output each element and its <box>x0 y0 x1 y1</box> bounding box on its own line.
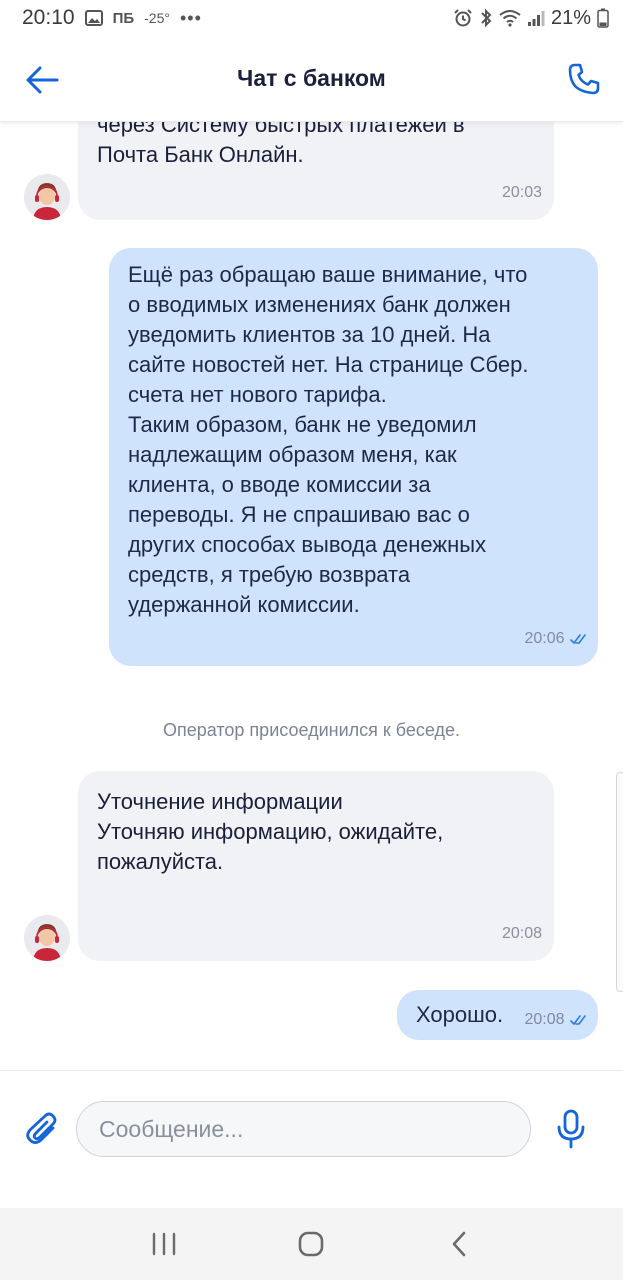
temperature: -25° <box>144 10 170 26</box>
more-notifications-icon: ••• <box>179 7 202 28</box>
wifi-icon <box>499 9 521 27</box>
message-time-text: 20:08 <box>524 1011 565 1028</box>
chevron-left-icon <box>452 1231 466 1257</box>
message-text: Уточнение информации Уточняю информацию,… <box>97 789 444 874</box>
message-time: 20:03 <box>501 184 542 201</box>
message-time: 20:08 <box>525 1005 587 1035</box>
message-text: Ещё раз обращаю ваше внимание, что о вво… <box>128 262 529 617</box>
double-check-icon <box>570 1014 586 1025</box>
message-composer <box>0 1070 623 1208</box>
double-check-icon <box>570 633 586 644</box>
message-text: Хорошо. <box>416 1002 504 1027</box>
message-time: 20:06 <box>525 624 587 654</box>
phone-icon <box>568 63 600 95</box>
message-time: 20:08 <box>501 925 542 942</box>
message-input[interactable] <box>76 1101 531 1157</box>
system-message: Оператор присоединился к беседе. <box>162 720 461 740</box>
battery-percent: 21% <box>550 6 591 29</box>
battery-icon <box>597 8 609 28</box>
message-incoming[interactable]: Уточнение информации Уточняю информацию,… <box>78 771 554 961</box>
attach-button[interactable] <box>22 1109 64 1151</box>
carrier-label: ПБ <box>112 9 135 27</box>
status-time: 20:10 <box>22 6 75 29</box>
recent-apps-button[interactable] <box>134 1214 194 1274</box>
status-left: 20:10 ПБ -25° ••• <box>22 6 202 30</box>
bluetooth-icon <box>479 8 493 28</box>
back-button[interactable] <box>24 62 60 98</box>
gallery-notification-icon <box>84 10 103 26</box>
status-right: 21% <box>453 7 609 30</box>
operator-avatar <box>24 174 70 220</box>
alarm-icon <box>453 8 473 28</box>
message-outgoing[interactable]: Хорошо. 20:08 <box>397 990 598 1040</box>
message-outgoing[interactable]: Ещё раз обращаю ваше внимание, что о вво… <box>109 248 598 666</box>
recent-apps-icon <box>152 1232 176 1256</box>
message-incoming[interactable]: через Систему быстрых платежей в Почта Б… <box>78 122 554 220</box>
status-bar: 20:10 ПБ -25° ••• 21% <box>0 0 623 36</box>
message-time-text: 20:06 <box>524 630 565 647</box>
paperclip-icon <box>26 1112 57 1144</box>
signal-icon <box>527 9 545 27</box>
chat-messages[interactable]: через Систему быстрых платежей в Почта Б… <box>0 122 623 1070</box>
system-nav-bar <box>0 1208 623 1280</box>
page-title: Чат с банком <box>237 65 386 91</box>
operator-avatar <box>24 915 70 961</box>
arrow-left-icon <box>26 66 59 94</box>
home-icon <box>299 1231 324 1257</box>
home-button[interactable] <box>281 1214 341 1274</box>
message-text: через Систему быстрых платежей в Почта Б… <box>97 122 465 167</box>
microphone-button[interactable] <box>551 1107 591 1151</box>
microphone-icon <box>557 1109 585 1149</box>
app-header: Чат с банком <box>0 36 623 122</box>
call-button[interactable] <box>565 60 603 98</box>
scrollbar[interactable] <box>616 772 623 992</box>
back-nav-button[interactable] <box>429 1214 489 1274</box>
